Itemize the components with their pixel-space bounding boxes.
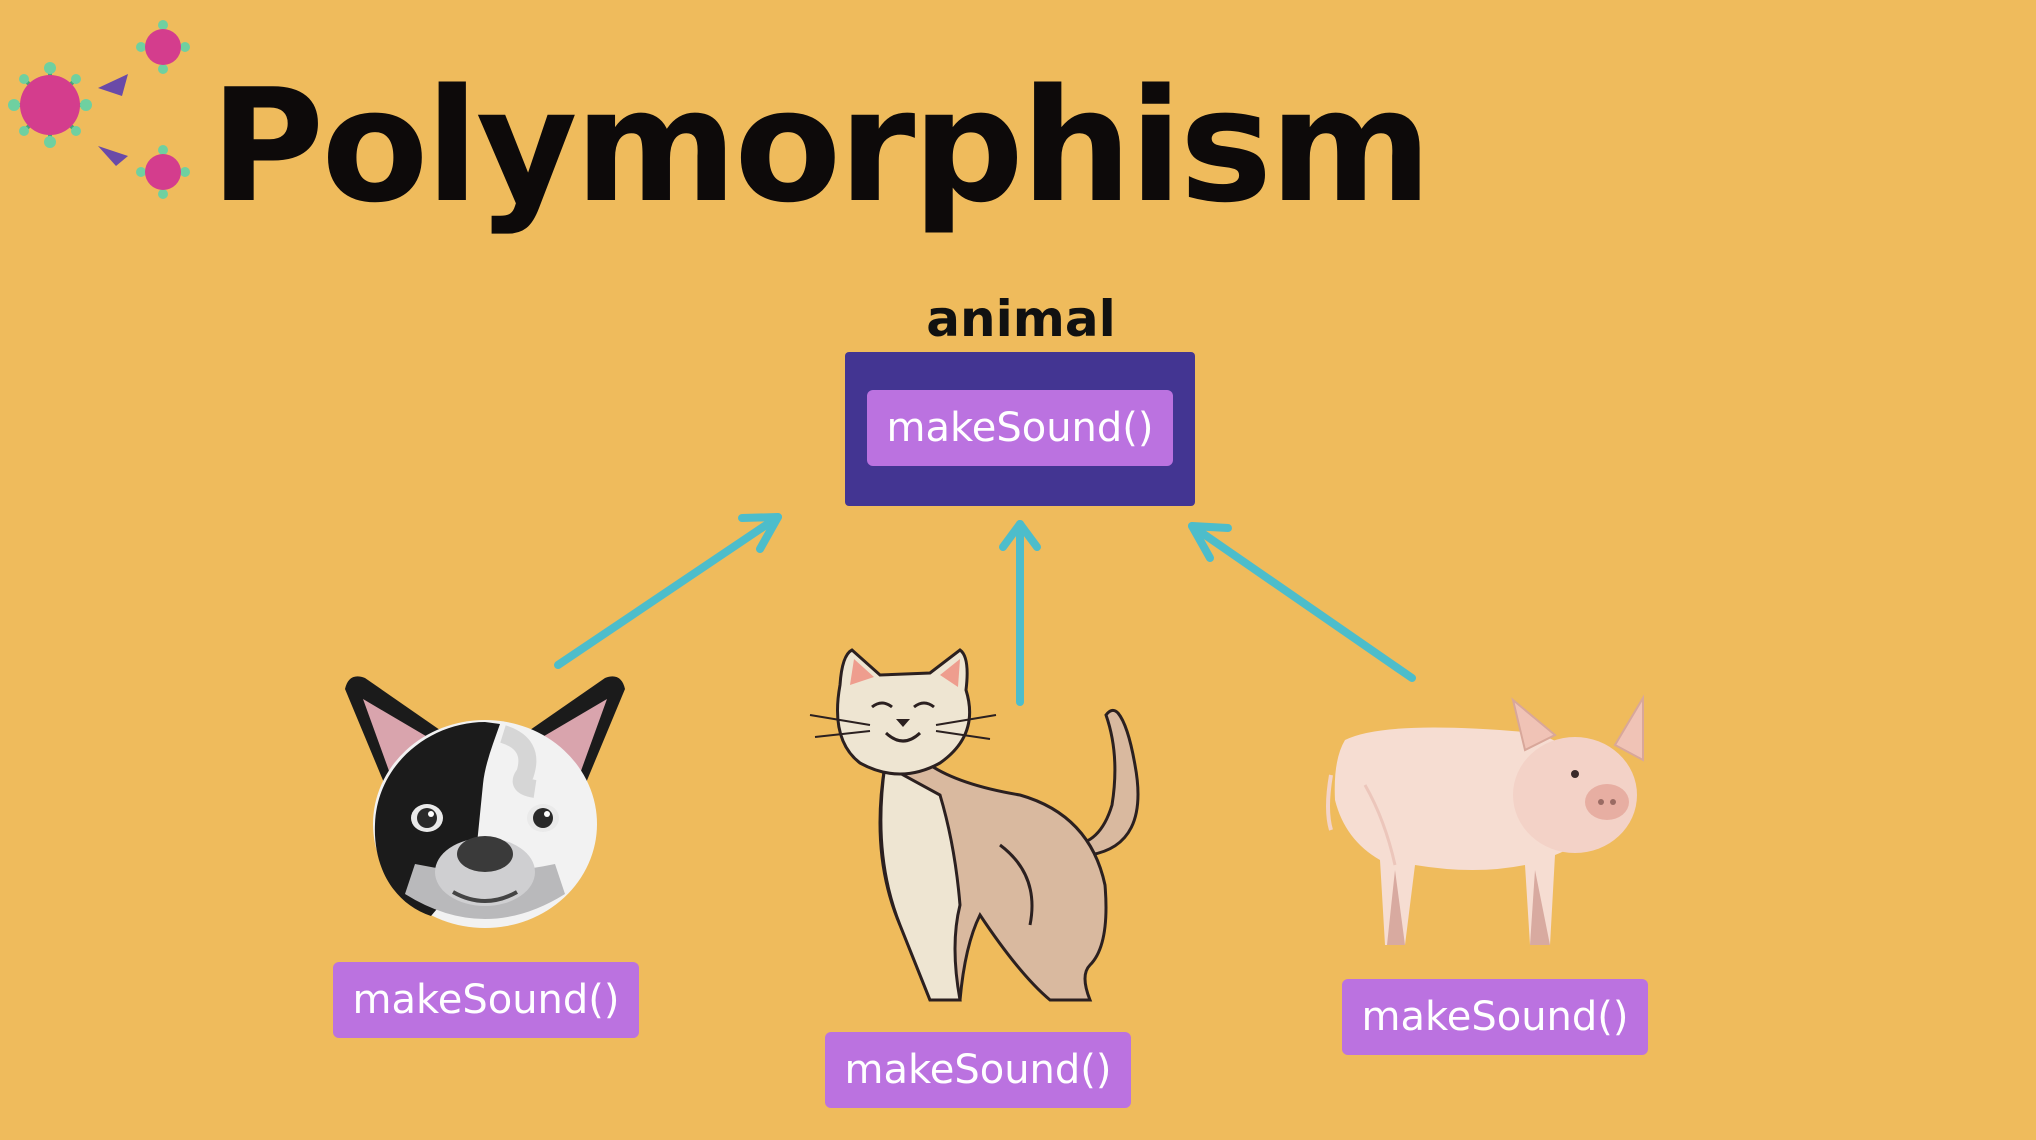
parent-class-label: animal [926, 290, 1116, 348]
pig-method-chip: makeSound() [1342, 979, 1648, 1055]
dog-method-chip: makeSound() [333, 962, 639, 1038]
arrow-dog-to-animal [554, 513, 782, 669]
cat-icon [809, 648, 1140, 1002]
pig-icon [1326, 694, 1644, 945]
arrow-pig-to-animal [1188, 522, 1416, 682]
cat-method-chip: makeSound() [825, 1032, 1131, 1108]
parent-method-chip: makeSound() [867, 390, 1173, 466]
parent-class-box: makeSound() [845, 352, 1195, 506]
dog-icon [345, 676, 625, 928]
